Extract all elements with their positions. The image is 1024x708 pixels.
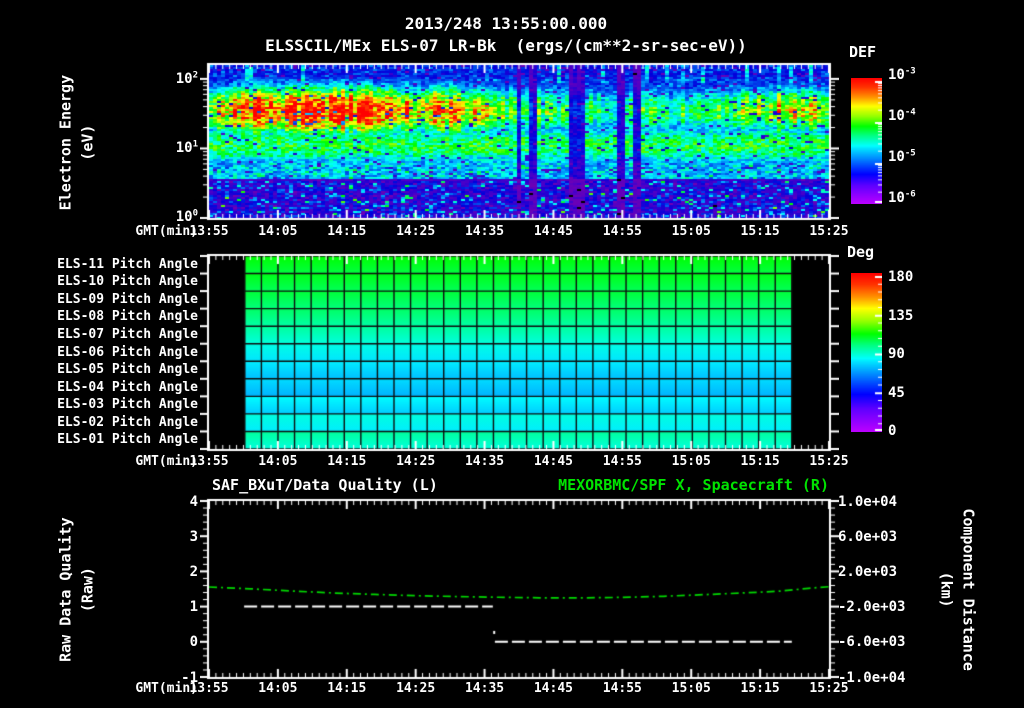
x-tick-label: 15:25 — [809, 224, 849, 239]
def-colorbar — [851, 78, 882, 204]
spectrogram-y-axis-units: (eV) — [78, 124, 97, 161]
pitch-row-label: ELS-08 Pitch Angle — [57, 309, 198, 325]
x-tick-label: 14:15 — [327, 681, 367, 696]
page-title: 2013/248 13:55:00.000 — [404, 14, 608, 33]
def-colorbar-title: DEF — [849, 43, 877, 61]
deg-colorbar-tick-label: 90 — [888, 346, 905, 362]
deg-colorbar-tick-label: 180 — [888, 269, 914, 285]
pitch-row-label: ELS-07 Pitch Angle — [57, 326, 198, 342]
x-tick-label: 15:05 — [671, 454, 711, 469]
distance-tick-label: -6.0e+03 — [838, 634, 906, 651]
deg-colorbar — [851, 273, 882, 432]
x-tick-label: 14:15 — [327, 454, 367, 469]
pitch-row-label: ELS-06 Pitch Angle — [57, 344, 198, 360]
distance-y-axis-title: Component Distance — [959, 508, 978, 671]
x-tick-label: 14:55 — [602, 681, 642, 696]
pitch-row-label: ELS-05 Pitch Angle — [57, 362, 198, 378]
distance-tick-label: 6.0e+03 — [838, 528, 898, 545]
x-tick-label: 14:55 — [602, 454, 642, 469]
x-tick-label: 15:15 — [740, 681, 780, 696]
quality-distance-panel — [200, 498, 839, 680]
pitch-row-label: ELS-01 Pitch Angle — [57, 432, 198, 448]
pitch-row-label: ELS-03 Pitch Angle — [57, 397, 198, 413]
plot-screen: 2013/248 13:55:00.000 ELSSCIL/MEx ELS-07… — [0, 0, 1024, 708]
pitch-row-label: ELS-11 Pitch Angle — [57, 256, 198, 272]
energy-tick-label: 101 — [175, 139, 198, 156]
x-tick-label: 13:55 — [189, 224, 229, 239]
pitch-row-label: ELS-09 Pitch Angle — [57, 291, 198, 307]
energy-tick-label: 102 — [175, 70, 198, 87]
quality-tick-label: 4 — [189, 493, 198, 510]
quality-panel-title-left: SAF_BXuT/Data Quality (L) — [212, 476, 438, 494]
distance-y-axis-units: (km) — [937, 571, 956, 608]
x-tick-label: 14:35 — [464, 454, 505, 469]
quality-tick-label: 2 — [189, 564, 198, 580]
deg-colorbar-tick-label: 45 — [888, 384, 905, 401]
x-tick-label: 13:55 — [189, 454, 229, 469]
x-tick-label: 14:05 — [258, 681, 298, 696]
electron-energy-spectrogram — [200, 62, 839, 221]
x-tick-label: 14:45 — [533, 454, 573, 469]
quality-tick-label: 0 — [189, 634, 198, 651]
x-tick-label: 14:05 — [258, 224, 298, 239]
x-tick-label: 14:55 — [602, 224, 642, 239]
quality-tick-label: 3 — [189, 528, 198, 545]
x-tick-label: 14:35 — [464, 681, 505, 696]
distance-tick-label: 1.0e+04 — [838, 493, 898, 510]
quality-panel-title-right: MEXORBMC/SPF X, Spacecraft (R) — [558, 476, 829, 494]
x-tick-label: 15:05 — [671, 681, 711, 696]
deg-colorbar-title: Deg — [847, 243, 875, 261]
distance-tick-label: -2.0e+03 — [838, 599, 906, 616]
x-tick-label: 14:35 — [464, 224, 505, 239]
energy-tick-label: 100 — [175, 208, 198, 225]
deg-colorbar-tick-label: 0 — [888, 423, 897, 439]
x-tick-label: 14:25 — [396, 224, 436, 239]
x-tick-label: 14:25 — [396, 454, 436, 469]
quality-tick-label: 1 — [189, 599, 198, 616]
def-colorbar-tick-label: 10-4 — [888, 107, 916, 124]
quality-y-axis-units: (Raw) — [78, 567, 97, 613]
distance-tick-label: 2.0e+03 — [838, 564, 898, 580]
pitch-row-label: ELS-02 Pitch Angle — [57, 414, 198, 430]
spectrogram-y-axis-title: Electron Energy — [56, 74, 75, 211]
x-tick-label: 15:25 — [809, 454, 849, 469]
x-tick-label: 15:15 — [740, 224, 780, 239]
def-colorbar-tick-label: 10-3 — [888, 66, 916, 83]
quality-y-axis-title: Raw Data Quality — [56, 517, 75, 662]
x-tick-label: 15:15 — [740, 454, 780, 469]
x-tick-label: 14:05 — [258, 454, 298, 469]
pitch-row-label: ELS-10 Pitch Angle — [57, 274, 198, 290]
pitch-angle-panel — [200, 253, 839, 452]
def-colorbar-tick-label: 10-5 — [888, 148, 916, 165]
deg-colorbar-tick-label: 135 — [888, 307, 914, 324]
x-tick-label: 14:45 — [533, 681, 573, 696]
x-tick-label: 14:15 — [327, 224, 367, 239]
quality-tick-label: -1 — [181, 669, 198, 686]
x-tick-label: 14:25 — [396, 681, 436, 696]
def-colorbar-tick-label: 10-6 — [888, 189, 916, 206]
distance-tick-label: -1.0e+04 — [838, 669, 906, 686]
x-tick-label: 14:45 — [533, 224, 573, 239]
pitch-row-label: ELS-04 Pitch Angle — [57, 379, 198, 395]
x-tick-label: 15:05 — [671, 224, 711, 239]
